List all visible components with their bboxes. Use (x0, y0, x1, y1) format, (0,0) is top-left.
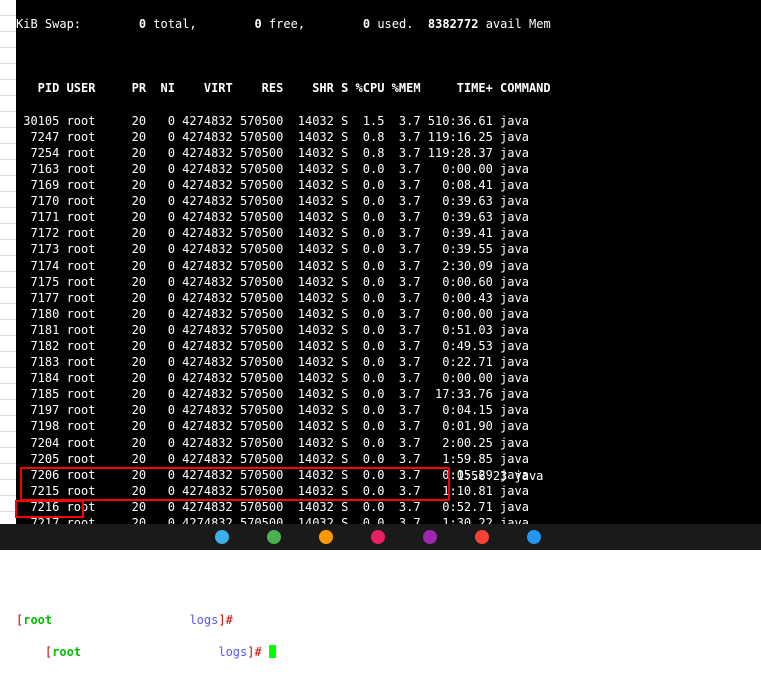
process-row: 7182 root 20 0 4274832 570500 14032 S 0.… (16, 338, 761, 354)
process-row: 7175 root 20 0 4274832 570500 14032 S 0.… (16, 274, 761, 290)
taskbar-app-icon[interactable] (423, 530, 437, 544)
process-row: 7254 root 20 0 4274832 570500 14032 S 0.… (16, 145, 761, 161)
blank-line (16, 48, 761, 64)
process-row: 7220 root 20 0 4274832 570500 14032 S 0.… (16, 563, 761, 579)
process-row: 7198 root 20 0 4274832 570500 14032 S 0.… (16, 418, 761, 434)
process-row: 7169 root 20 0 4274832 570500 14032 S 0.… (16, 177, 761, 193)
process-row: 7173 root 20 0 4274832 570500 14032 S 0.… (16, 241, 761, 257)
taskbar-app-icon[interactable] (371, 530, 385, 544)
process-row: 7185 root 20 0 4274832 570500 14032 S 0.… (16, 386, 761, 402)
process-row: 7171 root 20 0 4274832 570500 14032 S 0.… (16, 209, 761, 225)
taskbar-app-icon[interactable] (267, 530, 281, 544)
typed-command: printf '%x' 30105 (240, 613, 363, 627)
process-row: 7216 root 20 0 4274832 570500 14032 S 0.… (16, 499, 761, 515)
editor-gutter (0, 0, 16, 524)
taskbar[interactable] (0, 524, 761, 550)
process-row: 7183 root 20 0 4274832 570500 14032 S 0.… (16, 354, 761, 370)
process-row: 7174 root 20 0 4274832 570500 14032 S 0.… (16, 258, 761, 274)
process-row: 7204 root 20 0 4274832 570500 14032 S 0.… (16, 435, 761, 451)
process-table-header: PID USER PR NI VIRT RES SHR S %CPU %MEM … (16, 80, 761, 96)
process-row: 7163 root 20 0 4274832 570500 14032 S 0.… (16, 161, 761, 177)
command-output: 7599 (16, 645, 45, 659)
process-row: 7177 root 20 0 4274832 570500 14032 S 0.… (16, 290, 761, 306)
process-row: 30105 root 20 0 4274832 570500 14032 S 1… (16, 113, 761, 129)
taskbar-app-icon[interactable] (475, 530, 489, 544)
process-row: 7180 root 20 0 4274832 570500 14032 S 0.… (16, 306, 761, 322)
taskbar-app-icon[interactable] (319, 530, 333, 544)
process-row: 7205 root 20 0 4274832 570500 14032 S 0.… (16, 451, 761, 467)
process-row: 7181 root 20 0 4274832 570500 14032 S 0.… (16, 322, 761, 338)
process-row: 7206 root 20 0 4274832 570500 14032 S 0.… (16, 467, 761, 483)
cursor-icon (269, 645, 276, 658)
process-row: 7184 root 20 0 4274832 570500 14032 S 0.… (16, 370, 761, 386)
process-row: 7221 root 20 0 4274832 570500 14032 S 0.… (16, 579, 761, 595)
swap-summary-line: KiB Swap: 0 total, 0 free, 0 used. 83827… (16, 16, 761, 32)
taskbar-app-icon[interactable] (527, 530, 541, 544)
process-row: 7247 root 20 0 4274832 570500 14032 S 0.… (16, 129, 761, 145)
prompt-line-2[interactable]: 7599[root@cm-testserver-szl logs]# (16, 644, 761, 660)
prompt-line-1: [root@cm-testserver-szl logs]# printf '%… (16, 612, 761, 628)
process-row: 7170 root 20 0 4274832 570500 14032 S 0.… (16, 193, 761, 209)
process-row: 7172 root 20 0 4274832 570500 14032 S 0.… (16, 225, 761, 241)
process-row: 7215 root 20 0 4274832 570500 14032 S 0.… (16, 483, 761, 499)
taskbar-app-icon[interactable] (215, 530, 229, 544)
process-row: 7197 root 20 0 4274832 570500 14032 S 0.… (16, 402, 761, 418)
terminal[interactable]: KiB Swap: 0 total, 0 free, 0 used. 83827… (16, 0, 761, 524)
